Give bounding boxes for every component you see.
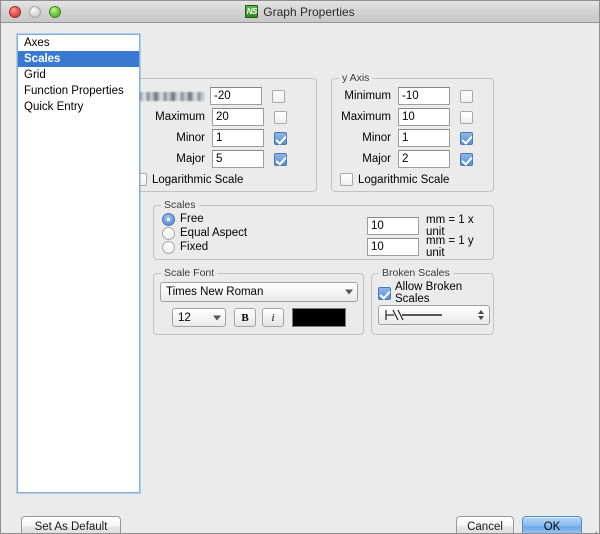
y-axis-major-row: Major — [336, 150, 473, 168]
set-as-default-button[interactable]: Set As Default — [21, 516, 121, 533]
window-title-group: NS Graph Properties — [1, 1, 599, 22]
italic-button[interactable]: i — [262, 308, 284, 327]
window-title: Graph Properties — [263, 4, 355, 19]
x-axis-minor-label: Minor — [176, 132, 205, 144]
application-icon: NS — [245, 5, 259, 18]
y-axis-minimum-input[interactable] — [398, 87, 450, 105]
x-axis-major-auto-checkbox[interactable] — [274, 152, 287, 166]
break-style-select[interactable] — [378, 305, 490, 325]
y-axis-major-label: Major — [362, 153, 391, 165]
y-axis-group-title: y Axis — [339, 72, 373, 84]
scales-option-fixed-label: Fixed — [180, 241, 209, 253]
allow-broken-scales-row[interactable]: Allow Broken Scales — [378, 281, 493, 305]
y-unit-scale-input[interactable] — [367, 238, 419, 256]
y-axis-maximum-input[interactable] — [398, 108, 450, 126]
sidebar-item-scales[interactable]: Scales — [18, 51, 139, 67]
graph-properties-window: NS Graph Properties Axes Scales Grid Fun… — [0, 0, 600, 534]
radio-fixed[interactable] — [162, 240, 175, 254]
x-axis-minor-input[interactable] — [212, 129, 264, 147]
scales-option-equal-aspect[interactable]: Equal Aspect — [162, 226, 247, 240]
minimize-button[interactable] — [29, 5, 41, 18]
radio-equal-aspect[interactable] — [162, 226, 175, 240]
scales-option-free[interactable]: Free — [162, 212, 247, 226]
y-axis-logarithmic-checkbox[interactable] — [340, 173, 353, 186]
y-axis-major-input[interactable] — [398, 150, 450, 168]
ok-button[interactable]: OK — [522, 516, 582, 533]
chevron-down-icon — [213, 315, 221, 320]
sidebar-item-function-properties[interactable]: Function Properties — [18, 83, 139, 99]
y-axis-minimum-auto-checkbox[interactable] — [460, 89, 473, 103]
y-axis-minimum-row: Minimum — [336, 87, 473, 105]
x-axis-maximum-input[interactable] — [212, 108, 264, 126]
settings-category-list[interactable]: Axes Scales Grid Function Properties Qui… — [17, 34, 140, 493]
x-axis-minimum-auto-checkbox[interactable] — [272, 89, 285, 103]
bold-button[interactable]: B — [234, 308, 256, 327]
chevron-down-icon — [345, 289, 353, 295]
x-axis-maximum-label: Maximum — [155, 111, 205, 123]
stepper-arrows-icon[interactable] — [478, 310, 484, 320]
scale-font-group-title: Scale Font — [161, 267, 218, 279]
x-axis-major-label: Major — [176, 153, 205, 165]
y-axis-minor-input[interactable] — [398, 129, 450, 147]
allow-broken-scales-label: Allow Broken Scales — [395, 281, 463, 305]
window-titlebar: NS Graph Properties — [1, 1, 599, 23]
close-button[interactable] — [9, 5, 21, 18]
y-axis-minimum-label: Minimum — [344, 90, 391, 102]
broken-scales-group: Broken Scales Allow Broken Scales — [371, 267, 494, 335]
x-axis-logarithmic-label: Logarithmic Scale — [152, 173, 244, 186]
sidebar-item-quick-entry[interactable]: Quick Entry — [18, 99, 139, 115]
window-controls — [9, 5, 61, 18]
scales-option-equal-aspect-label: Equal Aspect — [180, 227, 248, 239]
y-axis-group: y Axis Minimum Maximum Minor Major — [331, 72, 494, 192]
font-size-value: 12 — [178, 311, 191, 324]
y-axis-maximum-label: Maximum — [341, 111, 391, 123]
x-axis-major-input[interactable] — [212, 150, 264, 168]
scales-option-free-label: Free — [180, 213, 204, 225]
x-unit-scale-input[interactable] — [367, 217, 419, 235]
y-unit-scale-label: mm = 1 y unit — [426, 235, 474, 259]
font-color-swatch[interactable] — [292, 308, 346, 327]
broken-scales-group-title: Broken Scales — [379, 267, 453, 279]
cancel-button[interactable]: Cancel — [456, 516, 514, 533]
sidebar-item-grid[interactable]: Grid — [18, 67, 139, 83]
allow-broken-scales-checkbox[interactable] — [378, 286, 391, 300]
sidebar-item-axes[interactable]: Axes — [18, 35, 139, 51]
x-axis-maximum-auto-checkbox[interactable] — [274, 110, 287, 124]
x-axis-major-row: Major — [134, 150, 287, 168]
scales-group: Scales Free Equal Aspect Fixed mm = 1 x … — [153, 199, 494, 260]
y-axis-logarithmic-label: Logarithmic Scale — [358, 173, 450, 186]
font-family-select[interactable]: Times New Roman — [160, 282, 358, 302]
font-family-value: Times New Roman — [166, 286, 264, 298]
x-axis-minor-auto-checkbox[interactable] — [274, 131, 287, 145]
x-axis-minimum-label-obscured — [134, 91, 204, 101]
radio-free[interactable] — [162, 212, 175, 226]
x-axis-group: Maximum Minor Major Logarithmic Scale — [125, 78, 317, 192]
x-axis-minimum-row — [134, 87, 285, 105]
x-axis-minor-row: Minor — [134, 129, 287, 147]
y-unit-scale-row: mm = 1 y unit — [367, 235, 493, 259]
y-axis-major-auto-checkbox[interactable] — [460, 152, 473, 166]
y-axis-logarithmic-row[interactable]: Logarithmic Scale — [340, 173, 449, 186]
resize-grip[interactable] — [585, 521, 598, 533]
y-axis-minor-auto-checkbox[interactable] — [460, 131, 473, 145]
y-axis-maximum-auto-checkbox[interactable] — [460, 110, 473, 124]
scales-mode-radio-group: Free Equal Aspect Fixed — [162, 212, 247, 254]
scale-font-group: Scale Font Times New Roman 12 B i — [153, 267, 364, 335]
y-axis-maximum-row: Maximum — [336, 108, 473, 126]
x-axis-minimum-input[interactable] — [210, 87, 262, 105]
scales-group-title: Scales — [161, 199, 199, 211]
font-size-select[interactable]: 12 — [172, 308, 226, 327]
dialog-content: Axes Scales Grid Function Properties Qui… — [1, 23, 599, 533]
x-axis-logarithmic-row[interactable]: Logarithmic Scale — [134, 173, 243, 186]
scales-option-fixed[interactable]: Fixed — [162, 240, 247, 254]
break-mark-line-icon — [385, 309, 442, 321]
y-axis-minor-row: Minor — [336, 129, 473, 147]
zoom-button[interactable] — [49, 5, 61, 18]
y-axis-minor-label: Minor — [362, 132, 391, 144]
x-axis-maximum-row: Maximum — [134, 108, 287, 126]
